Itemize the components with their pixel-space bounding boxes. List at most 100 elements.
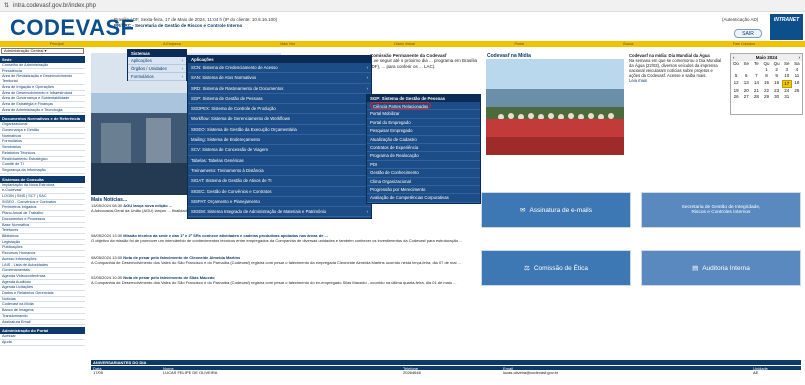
menu-item[interactable]: Workflow: Sistema de Gerenciamento de Wo… [188, 114, 371, 125]
table-cell[interactable]: lucas.oliveira@codevasf.gov.br [503, 370, 753, 376]
menu-item[interactable]: SRD: Sistema de Rastreamento de Document… [188, 84, 371, 94]
menu-item[interactable]: SAN: Sistema de Atos Normativos › [188, 73, 371, 84]
page-icon: ⇅ [4, 3, 10, 9]
menu-item[interactable]: Treinamento: Treinamento à Distância› [188, 166, 371, 177]
sidebar-item[interactable]: Área de Administração e Tecnologia [0, 108, 85, 114]
menu-item-label: Aplicações [131, 58, 152, 63]
menu-item[interactable]: Órgãos / Unidades › [128, 65, 186, 73]
calendar-day[interactable]: 14 [751, 80, 761, 88]
calendar-day[interactable]: 18 [792, 80, 802, 88]
menu-item-label: Mailing: Sistema de Endereçamento [191, 137, 261, 143]
table-cell: 20264646 [403, 370, 421, 375]
menu-item[interactable]: SGP: Sistema de Gestão de Pessoas› [188, 94, 371, 105]
sidebar-item[interactable]: Assinatura Email [0, 320, 85, 326]
news-item[interactable]: 08/05/2024 13:30 Missão técnica da sede … [91, 233, 531, 243]
menu-item[interactable]: Portal Mobilizar [367, 110, 480, 119]
menu-item-label: Órgãos / Unidades [131, 66, 167, 71]
calendar-day[interactable]: 17 [781, 79, 792, 88]
menu-item-label: SCV: Sistema de Concessão de Viagem [191, 147, 268, 153]
calendar-day[interactable]: 15 [761, 80, 771, 88]
address-bar[interactable]: ⇅ intra.codevasf.gov.br/index.php [0, 0, 805, 12]
intranet-badge: INTRANET [770, 14, 803, 40]
menu-item-label: Tabelas: Tabelas Genéricas [191, 157, 244, 163]
menu-item-label: SIGEC: Gestão de Convênios e Contratos [191, 188, 272, 194]
menu-item-label: Avaliação de Competências Corporativas [370, 195, 449, 201]
chevron-right-icon: › [366, 75, 368, 81]
calendar-month: Maio 2024 [755, 55, 778, 60]
topnav-item-4[interactable]: Portal [514, 42, 523, 46]
midia-more-link[interactable]: Leia mais [629, 78, 724, 83]
menu-item[interactable]: SCV: Sistema de Concessão de Viagem› [188, 145, 371, 156]
menu-item[interactable]: SIGAT: Sistema de Gestão de Ativos de TI… [188, 176, 371, 187]
calendar-day[interactable]: 27 [741, 94, 751, 100]
calendar-day[interactable]: 26 [731, 94, 741, 100]
menu-item[interactable]: Progressão por Merecimento [367, 186, 480, 195]
menu-item[interactable]: PDI [367, 161, 480, 170]
menu-item[interactable]: Aplicações › [128, 57, 186, 65]
menu-aplicacoes: Aplicações SCN: Sistema de Credenciament… [187, 55, 372, 219]
calendar-day[interactable]: 30 [772, 94, 782, 100]
midia-photo[interactable] [486, 59, 624, 155]
topnav-item-5[interactable]: Busca [623, 42, 633, 46]
auth-link[interactable]: (Autenticação AD) [722, 17, 758, 22]
menu-item-label: PDI [370, 161, 378, 167]
menu-item[interactable]: SISPAT: Orçamento e Planejamento› [188, 197, 371, 208]
unit-select[interactable]: Administração Central ▾ [1, 48, 84, 54]
menu-item-label: SGP: Sistema de Gestão de Pessoas [191, 95, 263, 101]
menu-item[interactable]: Programa de Realocação [367, 152, 480, 161]
menu-item[interactable]: SCN: Sistema de Credenciamento de Acesso… [188, 63, 371, 74]
menu-item[interactable]: Mailing: Sistema de Endereçamento› [188, 135, 371, 146]
assinatura-tile[interactable]: ✉ Assinatura de e-mails [481, 192, 631, 228]
sidebar-item[interactable]: Ajuda [0, 340, 85, 346]
url-text[interactable]: intra.codevasf.gov.br/index.php [13, 3, 96, 9]
menu-item[interactable]: SIGEO: Sistema de Gestão da Execução Orç… [188, 125, 371, 136]
auditoria-tile[interactable]: ▤ Auditoria Interna [641, 250, 801, 286]
comissao-etica-tile[interactable]: ⚖ Comissão de Ética [481, 250, 631, 286]
menu-item-label: SAN: Sistema de Atos Normativos [191, 75, 257, 81]
topnav-item-0[interactable]: Principal [50, 42, 64, 46]
sidebar-item[interactable]: Área de Revitalização e Desenvolvimento … [0, 74, 85, 85]
logout-button[interactable]: SAIR [734, 29, 762, 38]
sidebar-group-title: Sistemas de Consulta [0, 175, 85, 183]
calendar-day[interactable]: 28 [751, 94, 761, 100]
calendar-day[interactable]: 13 [741, 80, 751, 88]
topnav-item-6[interactable]: Fale Conosco [733, 42, 755, 46]
menu-item[interactable]: Atualização de Cadastro [367, 136, 480, 144]
menu-item[interactable]: Formulários › [128, 73, 186, 81]
menu-item-label: SIGEO: Sistema de Gestão da Execução Orç… [191, 126, 297, 132]
sidebar-item[interactable]: Segurança da Informação [0, 168, 85, 174]
menu-item[interactable]: SIGEC: Gestão de Convênios e Contratos› [188, 187, 371, 197]
calendar-next-icon[interactable]: › [798, 55, 800, 60]
menu-item[interactable]: Avaliação de Competências Corporativas [367, 194, 480, 203]
topnav-item-1[interactable]: A Empresa [163, 42, 181, 46]
menu-item[interactable]: Tabelas: Tabelas Genéricas› [188, 156, 371, 166]
menu-sistemas-header: Sistemas [128, 50, 186, 57]
menu-item-label: SIGAT: Sistema de Gestão de Ativos de TI [191, 178, 272, 184]
topnav-item-3[interactable]: Diário Virtual [394, 42, 415, 46]
calendar-day[interactable]: 31 [782, 94, 792, 100]
menu-item[interactable]: Pesquisar Empregado [367, 127, 480, 136]
comissao-text: ...ve seguir até o próximo dia ... progr… [370, 58, 478, 69]
menu-item-label: SRD: Sistema de Rastreamento de Document… [191, 85, 284, 91]
table-cell: AE [753, 370, 759, 375]
calendar-day[interactable]: 16 [772, 80, 782, 88]
calendar-prev-icon[interactable]: ‹ [733, 55, 735, 60]
menu-item-label: Progressão por Merecimento [370, 186, 426, 192]
news-body: O objetivo da missão foi de promover um … [91, 238, 463, 243]
menu-item[interactable]: Contratos de Experiência [367, 144, 480, 153]
news-item[interactable]: 02/05/2024 10:30 Nota de pesar pelo fale… [91, 275, 531, 285]
unit-line: PR/SRC - Secretaria de Gestão de Riscos … [114, 23, 243, 28]
news-item[interactable]: 08/05/2024 13:00 Nota de pesar pelo fale… [91, 255, 531, 265]
menu-item[interactable]: SIGEM: Sistema Integrado de Administraçã… [188, 207, 371, 218]
secretaria-tile[interactable]: Secretaria de Gestão de Integridade, Ris… [641, 192, 801, 228]
menu-item-label: Gestão de Conhecimento [370, 170, 419, 176]
topnav-item-2[interactable]: Mais Vist [280, 42, 295, 46]
calendar-day[interactable]: 29 [761, 94, 771, 100]
menu-item[interactable]: Clima Organizacional [367, 178, 480, 186]
menu-item[interactable]: Ciência Partes Relacionadas [367, 102, 480, 111]
menu-item[interactable]: SGDPEX: Sistema de Controle de Produção› [188, 104, 371, 115]
menu-item[interactable]: Gestão de Conhecimento [367, 169, 480, 178]
menu-item[interactable]: Portal do Empregado [367, 119, 480, 128]
menu-aplicacoes-header: Aplicações [188, 56, 371, 63]
calendar-day[interactable]: 12 [731, 80, 741, 88]
